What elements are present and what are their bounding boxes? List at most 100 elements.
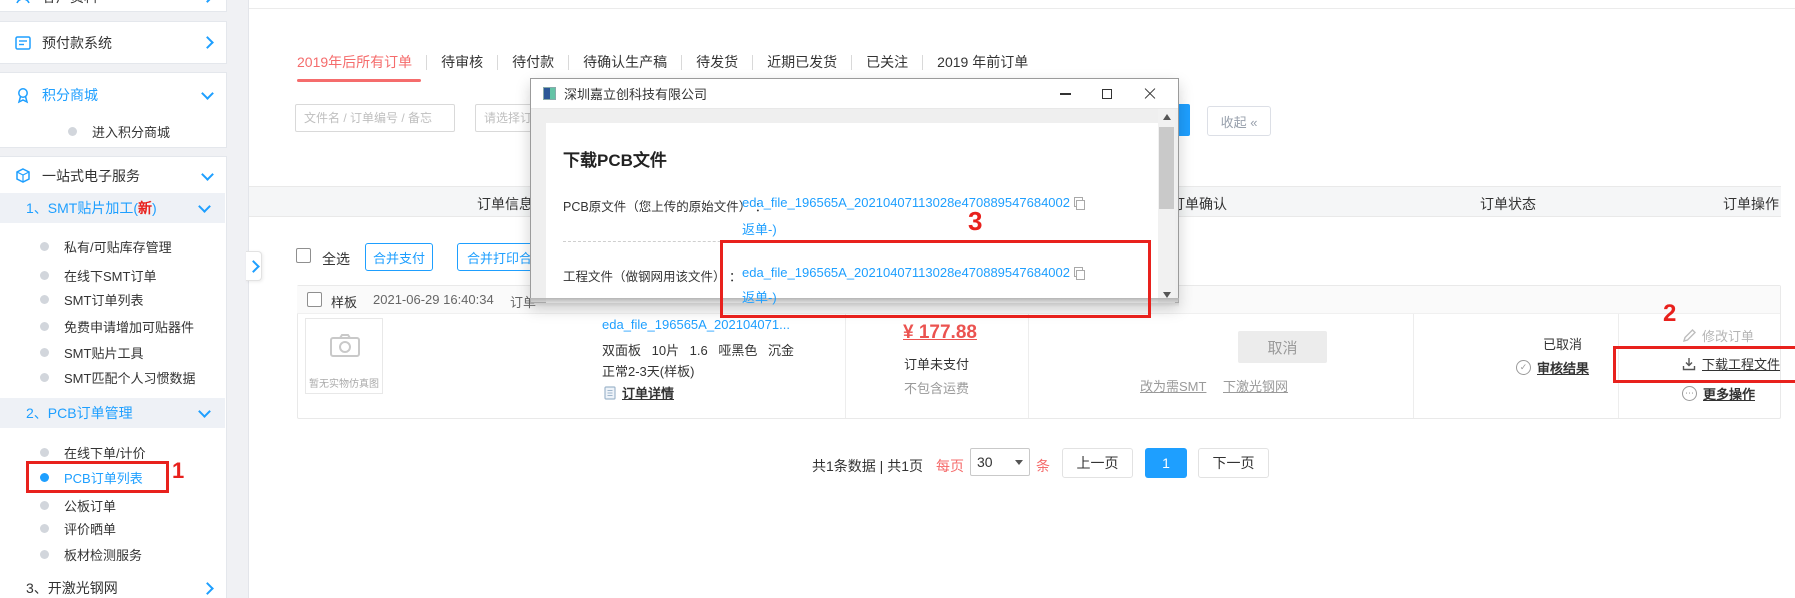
tab-pending-confirm-draft[interactable]: 待确认生产稿 (583, 52, 667, 72)
original-file-link[interactable]: eda_file_196565A_20210407113028e47088954… (742, 195, 1070, 210)
bullet-icon (40, 295, 49, 304)
order-time: 2021-06-29 16:40:34 (373, 292, 494, 307)
close-button[interactable] (1132, 83, 1166, 105)
order-type-label: 样板 (331, 292, 357, 311)
minimize-icon (1060, 93, 1071, 95)
chevron-down-icon (201, 168, 214, 181)
keyword-search-input[interactable] (295, 104, 455, 132)
annotation-number-1: 1 (172, 458, 184, 484)
more-actions-row[interactable]: ⋯ 更多操作 (1682, 384, 1755, 403)
sidebar-item-review-share[interactable]: 评价晒单 (40, 519, 116, 538)
copy-icon[interactable] (1074, 197, 1084, 209)
annotation-box-step2 (1613, 346, 1795, 383)
sidebar-item-smt-habit-data[interactable]: SMT匹配个人习惯数据 (40, 368, 195, 387)
collapse-filters-button[interactable]: 收起 « (1207, 106, 1271, 136)
sidebar-item-smt-offline-order[interactable]: 在线下SMT订单 (40, 266, 156, 285)
order-row-checkbox[interactable] (307, 292, 322, 307)
maximize-button[interactable] (1090, 83, 1124, 105)
sidebar-section-onestop[interactable]: 一站式电子服务 (0, 160, 226, 192)
scroll-up-arrow[interactable] (1158, 109, 1175, 125)
new-badge: 新 (138, 200, 152, 216)
next-page-button[interactable]: 下一页 (1198, 448, 1269, 478)
change-to-smt-link[interactable]: 改为需SMT (1140, 376, 1206, 395)
annotation-box-step3 (720, 240, 1151, 318)
dialog-scrollbar[interactable] (1158, 109, 1175, 303)
chevron-right-icon (201, 36, 214, 49)
sidebar-section-smt[interactable]: 1、SMT贴片加工(新) (0, 193, 225, 223)
sidebar-item-enter-points[interactable]: 进入积分商城 (68, 122, 260, 141)
bullet-icon (40, 524, 49, 533)
per-page-select[interactable]: 30 (970, 448, 1030, 476)
minimize-button[interactable] (1048, 83, 1082, 105)
merge-pay-button[interactable]: 合并支付 (365, 243, 433, 271)
edit-order-row[interactable]: 修改订单 (1682, 326, 1754, 345)
more-actions-link[interactable]: 更多操作 (1703, 384, 1755, 403)
user-icon (14, 0, 32, 6)
dialog-title: 深圳嘉立创科技有限公司 (564, 84, 1040, 103)
tab-pending-review[interactable]: 待审核 (441, 52, 483, 72)
sidebar-card-points: 积分商城 进入积分商城 (0, 72, 227, 148)
sidebar-item-smt-free-parts[interactable]: 免费申请增加可贴器件 (40, 317, 194, 336)
review-result-row[interactable]: ✓ 审核结果 (1516, 358, 1589, 377)
chevron-right-icon (201, 0, 214, 3)
sidebar-section-pcb[interactable]: 2、PCB订单管理 (0, 398, 225, 428)
sidebar-item-points-mall: 积分商城 (42, 85, 193, 105)
sidebar-section-points[interactable]: 积分商城 (0, 78, 226, 112)
sidebar-item-prepay: 预付款系统 (42, 33, 193, 53)
chevron-right-icon (201, 582, 214, 595)
edit-order-link[interactable]: 修改订单 (1702, 326, 1754, 345)
order-tabs: 2019年后所有订单 待审核 待付款 待确认生产稿 待发货 近期已发货 已关注 … (297, 52, 1028, 72)
header-order-actions: 订单操作 (1723, 194, 1779, 214)
tab-pending-ship[interactable]: 待发货 (696, 52, 738, 72)
sidebar-section-stencil[interactable]: 3、开激光钢网 (0, 573, 226, 598)
medal-icon (14, 86, 32, 104)
order-detail-row[interactable]: 订单详情 (604, 383, 674, 402)
dialog-titlebar[interactable]: 深圳嘉立创科技有限公司 (531, 79, 1178, 109)
pcb-order-list-page: 客户资料 预付款系统 积分商城 进入积分商城 一站式电子服务 1、 (0, 0, 1795, 598)
sidebar-item-pcb-quote[interactable]: 在线下单/计价 (40, 443, 146, 462)
order-specs: 双面板 10片 1.6 哑黑色 沉金 (602, 340, 794, 359)
cube-icon (14, 167, 32, 185)
more-ellipsis-icon: ⋯ (1682, 386, 1697, 401)
sidebar-card-prepay[interactable]: 预付款系统 (0, 21, 227, 64)
chevron-down-icon (198, 405, 211, 418)
pencil-icon (1682, 329, 1696, 343)
bullet-icon (68, 127, 77, 136)
prev-page-button[interactable]: 上一页 (1062, 448, 1133, 478)
sidebar-card-account[interactable]: 客户资料 (0, 0, 227, 12)
select-all-checkbox[interactable] (296, 248, 311, 263)
bullet-icon (40, 373, 49, 382)
sidebar-item-smt-order-list[interactable]: SMT订单列表 (40, 290, 143, 309)
original-file-label: PCB原文件（您上传的原始文件） ： (563, 196, 767, 215)
pagination-summary: 共1条数据 | 共1页 (812, 456, 923, 476)
scrollbar-thumb[interactable] (1159, 127, 1174, 209)
sidebar-item-board-test[interactable]: 板材检测服务 (40, 545, 142, 564)
tab-orders-before-2019[interactable]: 2019 年前订单 (937, 52, 1028, 72)
tab-favorites[interactable]: 已关注 (866, 52, 908, 72)
sidebar-item-public-board[interactable]: 公板订单 (40, 496, 116, 515)
order-detail-link[interactable]: 订单详情 (622, 383, 674, 402)
sidebar-item-onestop: 一站式电子服务 (42, 166, 193, 186)
tab-recently-shipped[interactable]: 近期已发货 (767, 52, 837, 72)
order-stencil-link[interactable]: 下激光钢网 (1223, 376, 1288, 395)
sidebar-card-onestop: 一站式电子服务 1、SMT贴片加工(新) 私有/可贴库存管理 在线下SMT订单 … (0, 156, 227, 598)
original-file-link-wrap[interactable]: 返单-) (742, 219, 777, 238)
chevron-right-icon (247, 260, 260, 273)
header-order-info: 订单信息 (477, 194, 533, 214)
tab-pending-payment[interactable]: 待付款 (512, 52, 554, 72)
sidebar-item-account: 客户资料 (42, 0, 193, 7)
maximize-icon (1102, 89, 1112, 99)
annotation-number-3: 3 (968, 206, 982, 237)
current-page-button[interactable]: 1 (1145, 448, 1187, 478)
board-preview-placeholder: 暂无实物仿真图 (305, 318, 383, 394)
order-file-link[interactable]: eda_file_196565A_202104071... (602, 317, 790, 332)
sidebar-item-smt-stock[interactable]: 私有/可贴库存管理 (40, 237, 172, 256)
per-page-suffix: 条 (1036, 456, 1050, 476)
bullet-icon (40, 550, 49, 559)
sidebar-item-smt-tools[interactable]: SMT贴片工具 (40, 343, 143, 362)
sidebar-expand-handle[interactable] (246, 251, 262, 281)
cancel-order-button[interactable]: 取消 (1238, 331, 1327, 363)
review-result-link[interactable]: 审核结果 (1537, 358, 1589, 377)
bullet-icon (40, 271, 49, 280)
tab-all-orders-after-2019[interactable]: 2019年后所有订单 (297, 52, 412, 72)
